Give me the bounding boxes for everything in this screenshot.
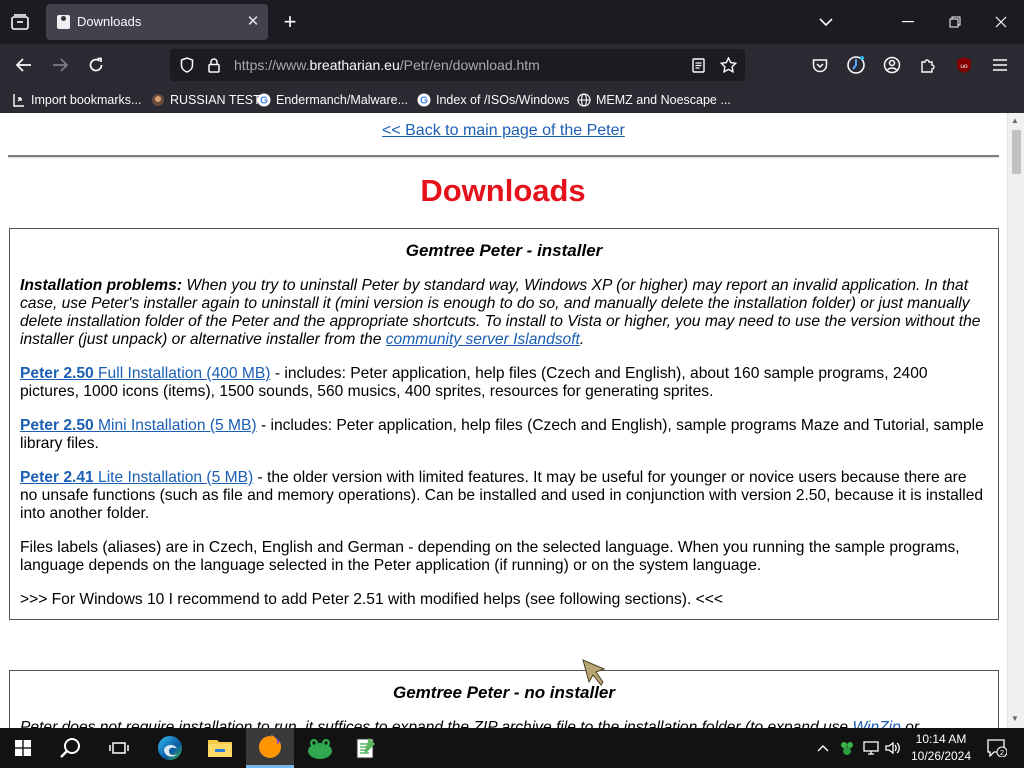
full-installation-link[interactable]: Peter 2.50 Full Installation (400 MB) [20, 365, 271, 382]
lock-icon[interactable] [205, 56, 223, 74]
back-to-main-link[interactable]: << Back to main page of the Peter [382, 122, 625, 140]
firefox-taskbar-icon[interactable] [246, 728, 294, 768]
no-installer-text: Peter does not require installation to r… [20, 719, 853, 728]
forward-arrow-icon[interactable] [48, 53, 72, 77]
tab-downloads[interactable]: Downloads ✕ [46, 4, 268, 40]
scroll-down-arrow-icon[interactable]: ▼ [1011, 714, 1019, 723]
islandsoft-link[interactable]: community server Islandsoft [386, 331, 580, 348]
clock-time: 10:14 AM [915, 732, 967, 746]
import-icon [12, 93, 26, 107]
globe-icon [577, 93, 591, 107]
list-tabs-icon[interactable] [814, 10, 838, 34]
bookmark-label: RUSSIAN TEST [170, 93, 261, 107]
url-text[interactable]: https://www.breatharian.eu/Petr/en/downl… [234, 57, 540, 73]
windows-taskbar: 10:14 AM 10/26/2024 2 [0, 728, 1024, 768]
bookmarks-toolbar: Import bookmarks... RUSSIAN TEST G Ender… [0, 86, 1024, 113]
pocket-icon[interactable] [808, 53, 832, 77]
navigation-toolbar: https://www.breatharian.eu/Petr/en/downl… [0, 44, 1024, 86]
menu-hamburger-icon[interactable] [988, 53, 1012, 77]
account-icon[interactable] [880, 53, 904, 77]
extension-timer-icon[interactable] [843, 52, 869, 78]
frog-app-icon[interactable] [296, 728, 344, 768]
winzip-link[interactable]: WinZip [852, 719, 900, 728]
bookmark-label: Endermanch/Malware... [276, 93, 409, 107]
page-favicon [57, 15, 70, 29]
page-viewport: << Back to main page of the Peter Downlo… [0, 113, 1024, 728]
lite-installation-link[interactable]: Peter 2.41 Lite Installation (5 MB) [20, 469, 253, 486]
mini-installation-link[interactable]: Peter 2.50 Mini Installation (5 MB) [20, 417, 257, 434]
mini-installation-paragraph: Peter 2.50 Mini Installation (5 MB) - in… [20, 417, 988, 453]
bookmark-import[interactable]: Import bookmarks... [12, 90, 141, 110]
reload-icon[interactable] [84, 53, 108, 77]
task-view-icon[interactable] [96, 728, 142, 768]
tracking-protection-shield-icon[interactable] [178, 56, 196, 74]
bookmark-isos-windows[interactable]: G Index of /ISOs/Windows [417, 90, 569, 110]
lite-link-text: Lite Installation (5 MB) [93, 469, 254, 486]
lite-installation-paragraph: Peter 2.41 Lite Installation (5 MB) - th… [20, 469, 988, 523]
section-heading: Gemtree Peter - no installer [392, 683, 616, 702]
show-hidden-icons-chevron[interactable] [812, 728, 834, 768]
notepad-app-icon[interactable] [344, 728, 388, 768]
file-labels-paragraph: Files labels (aliases) are in Czech, Eng… [20, 539, 960, 574]
search-icon[interactable] [48, 728, 94, 768]
minimize-icon[interactable] [896, 10, 920, 34]
firefox-view-icon[interactable] [6, 9, 34, 35]
browser-window: Downloads ✕ + https://www.breatharian.eu… [0, 0, 1024, 768]
close-window-icon[interactable] [989, 10, 1013, 34]
restore-icon[interactable] [943, 10, 967, 34]
tab-strip: Downloads ✕ + [0, 0, 1024, 44]
bookmark-russian-test[interactable]: RUSSIAN TEST [151, 90, 261, 110]
google-icon: G [417, 93, 431, 107]
bookmark-label: Import bookmarks... [31, 93, 142, 107]
notification-center-icon[interactable]: 2 [980, 728, 1014, 768]
mouse-cursor-icon [580, 658, 606, 690]
windows10-note: >>> For Windows 10 I recommend to add Pe… [20, 591, 723, 608]
bookmark-favicon [151, 93, 165, 107]
problems-end: . [579, 331, 585, 348]
no-installer-section: Gemtree Peter - no installer Peter does … [9, 670, 999, 728]
no-installer-text-end: or [900, 719, 920, 728]
full-link-text: Full Installation (400 MB) [93, 365, 271, 382]
bookmark-label: Index of /ISOs/Windows [436, 93, 570, 107]
bookmark-label: MEMZ and Noescape ... [596, 93, 731, 107]
installation-problems-paragraph: Installation problems: When you try to u… [20, 277, 988, 349]
mini-version-label: Peter 2.50 [20, 417, 94, 434]
google-icon: G [257, 93, 271, 107]
tray-app-icon[interactable] [836, 728, 858, 768]
no-installer-paragraph: Peter does not require installation to r… [20, 719, 988, 728]
reader-view-icon[interactable] [689, 56, 707, 74]
network-icon[interactable] [860, 728, 882, 768]
installer-section: Gemtree Peter - installer Installation p… [9, 228, 999, 620]
file-explorer-icon[interactable] [196, 728, 244, 768]
edge-browser-icon[interactable] [146, 728, 194, 768]
vertical-scrollbar[interactable]: ▲ ▼ [1007, 113, 1024, 728]
horizontal-rule [8, 155, 999, 158]
back-arrow-icon[interactable] [12, 53, 36, 77]
extensions-puzzle-icon[interactable] [916, 53, 940, 77]
full-installation-paragraph: Peter 2.50 Full Installation (400 MB) - … [20, 365, 988, 401]
tab-title: Downloads [77, 14, 142, 29]
mini-link-text: Mini Installation (5 MB) [93, 417, 257, 434]
scroll-up-arrow-icon[interactable]: ▲ [1011, 116, 1019, 125]
page-title: Downloads [420, 173, 586, 208]
bookmark-endermanch[interactable]: G Endermanch/Malware... [257, 90, 408, 110]
svg-text:uo: uo [960, 63, 968, 70]
bookmark-star-icon[interactable] [718, 55, 738, 75]
scrollbar-thumb[interactable] [1012, 130, 1021, 174]
new-tab-icon[interactable]: + [278, 9, 302, 34]
lite-version-label: Peter 2.41 [20, 469, 94, 486]
notification-count: 2 [1000, 748, 1004, 757]
close-tab-icon[interactable]: ✕ [244, 13, 262, 31]
full-version-label: Peter 2.50 [20, 365, 94, 382]
bookmark-memz[interactable]: MEMZ and Noescape ... [577, 90, 731, 110]
svg-text:G: G [260, 96, 268, 107]
system-clock[interactable]: 10:14 AM 10/26/2024 [896, 731, 986, 765]
windows-start-icon[interactable] [0, 728, 46, 768]
section-heading: Gemtree Peter - installer [405, 241, 603, 260]
problems-label: Installation problems: [20, 277, 183, 294]
address-bar[interactable]: https://www.breatharian.eu/Petr/en/downl… [170, 49, 745, 81]
clock-date: 10/26/2024 [910, 749, 972, 763]
ublock-origin-icon[interactable]: uo [952, 53, 976, 77]
svg-text:G: G [420, 96, 428, 107]
